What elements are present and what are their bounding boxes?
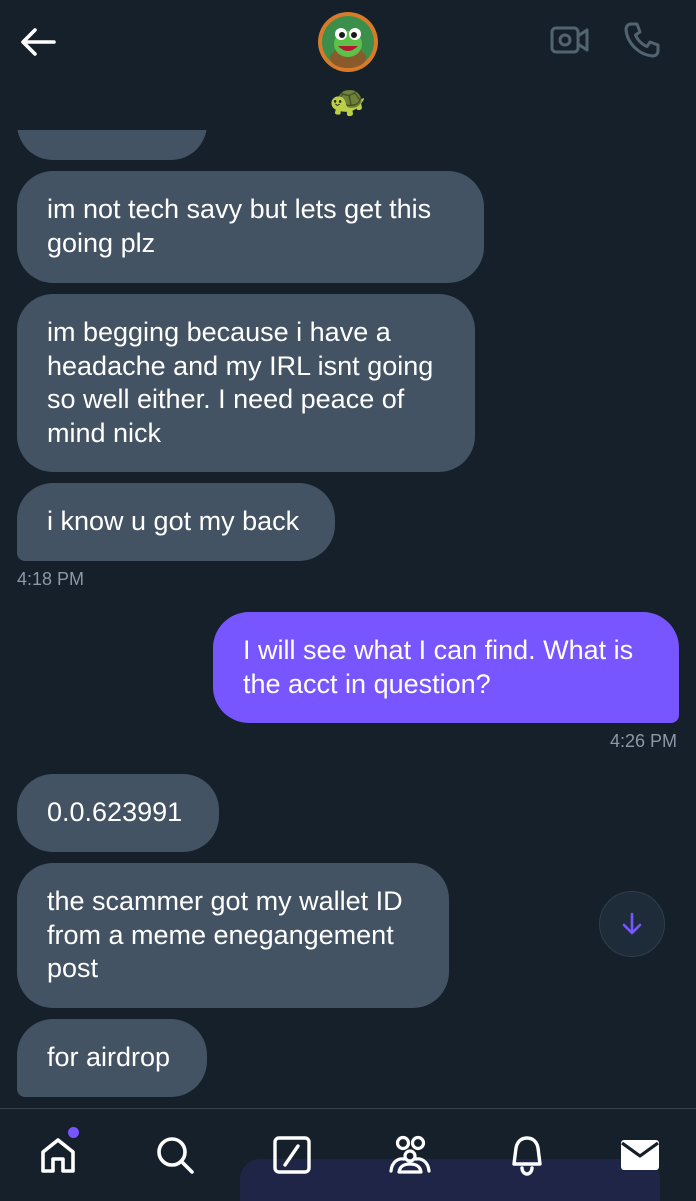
message-bubble[interactable]: i know u got my back xyxy=(17,483,335,561)
message-bubble[interactable]: im begging because i have a headache and… xyxy=(17,294,475,472)
message-timestamp: 4:26 PM xyxy=(610,731,678,751)
message-bubble-outgoing[interactable]: I will see what I can find. What is the … xyxy=(213,612,679,723)
message-text: im not tech savy but lets get this going… xyxy=(47,194,432,258)
message-bubble[interactable]: the scammer got my wallet ID from a meme… xyxy=(17,863,449,1008)
video-call-button[interactable] xyxy=(548,20,592,60)
message-text: i know u got my back xyxy=(47,506,300,536)
message-text: I will see what I can find. What is the … xyxy=(243,635,634,699)
nav-home[interactable] xyxy=(34,1131,82,1179)
nav-grok[interactable] xyxy=(268,1131,316,1179)
nav-notifications[interactable] xyxy=(503,1131,551,1179)
messages-icon xyxy=(621,1140,659,1170)
arrow-left-icon xyxy=(21,28,56,56)
home-icon xyxy=(41,1138,75,1173)
notifications-icon xyxy=(512,1136,542,1176)
nav-communities[interactable] xyxy=(386,1131,434,1179)
turtle-avatar-icon xyxy=(318,12,378,72)
grok-icon xyxy=(273,1136,311,1174)
message-text: the scammer got my wallet ID from a meme… xyxy=(47,886,403,983)
arrow-down-icon xyxy=(622,912,642,935)
nav-search[interactable] xyxy=(151,1131,199,1179)
message-text: for airdrop xyxy=(47,1042,171,1072)
video-camera-icon xyxy=(550,26,589,54)
notification-dot xyxy=(68,1127,79,1138)
message-bubble[interactable]: im not tech savy but lets get this going… xyxy=(17,171,484,283)
conversation-header: 🐢 xyxy=(0,0,696,130)
search-icon xyxy=(157,1137,194,1174)
turtle-emoji: 🐢 xyxy=(329,85,367,118)
message-timestamp: 4:18 PM xyxy=(17,569,85,589)
message-bubble[interactable]: for airdrop xyxy=(17,1019,207,1097)
avatar[interactable] xyxy=(318,12,378,72)
back-button[interactable] xyxy=(18,22,58,62)
communities-icon xyxy=(389,1135,431,1174)
phone-icon xyxy=(624,22,660,58)
message-bubble[interactable]: 0.0.623991 xyxy=(17,774,219,852)
bottom-navigation xyxy=(0,1108,696,1201)
scroll-to-bottom-button[interactable] xyxy=(599,891,665,957)
voice-call-button[interactable] xyxy=(620,18,664,62)
nav-messages[interactable] xyxy=(616,1131,664,1179)
message-text: im begging because i have a headache and… xyxy=(47,317,434,448)
message-text: 0.0.623991 xyxy=(47,797,183,827)
